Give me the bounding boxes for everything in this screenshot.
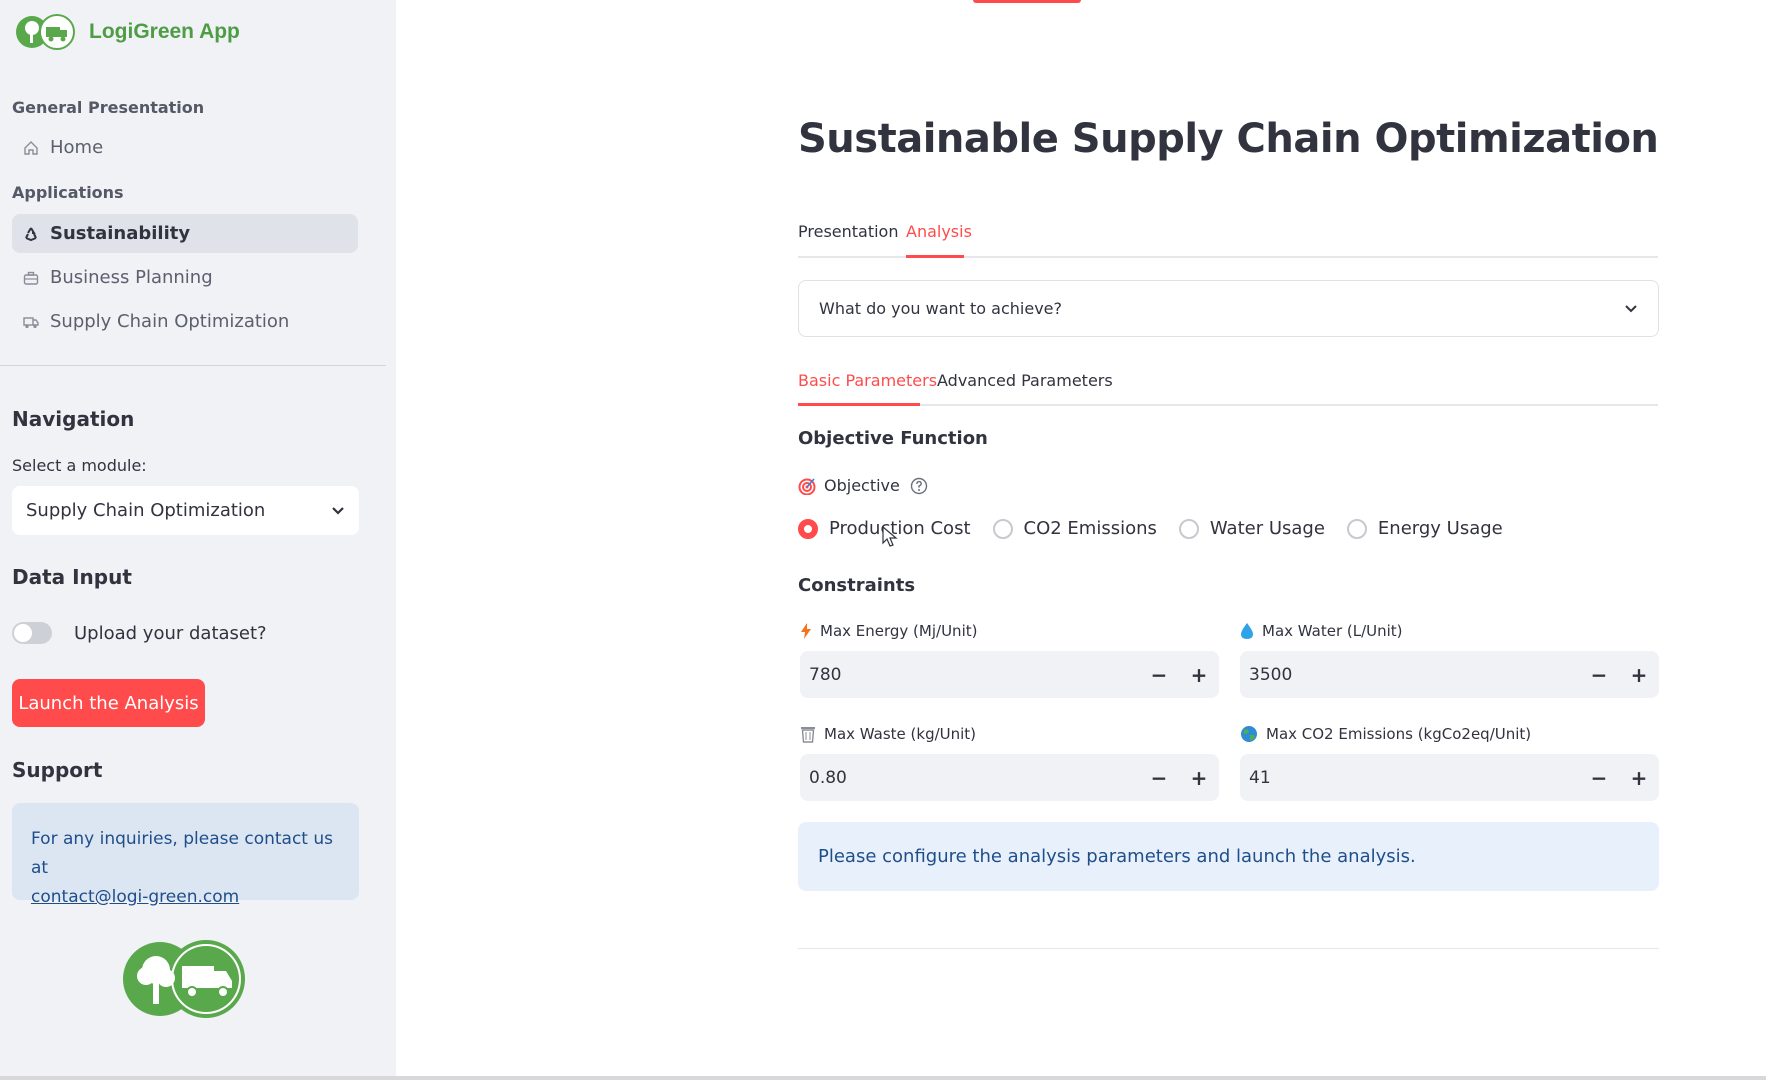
tab-advanced-parameters[interactable]: Advanced Parameters [937, 371, 1113, 390]
max-co2-label: Max CO2 Emissions (kgCo2eq/Unit) [1240, 725, 1531, 743]
data-input-title: Data Input [12, 565, 132, 589]
max-co2-input[interactable]: 41 − + [1240, 754, 1659, 801]
section-applications: Applications [12, 183, 124, 202]
info-message: Please configure the analysis parameters… [798, 822, 1659, 891]
decrement-button[interactable]: − [1139, 663, 1179, 687]
param-tabbar [798, 404, 1658, 406]
sidebar-item-label: Sustainability [50, 223, 191, 244]
tab-presentation[interactable]: Presentation [798, 222, 898, 241]
support-box: For any inquiries, please contact us at … [12, 803, 359, 907]
max-waste-input[interactable]: 0.80 − + [800, 754, 1219, 801]
radio-label: CO2 Emissions [1023, 518, 1157, 539]
sidebar-item-label: Business Planning [50, 267, 213, 288]
objective-label-text: Objective [824, 476, 900, 495]
radio-button[interactable] [992, 518, 1013, 539]
max-waste-label: Max Waste (kg/Unit) [800, 725, 976, 743]
field-label-text: Max Energy (Mj/Unit) [820, 622, 978, 640]
home-icon [24, 140, 38, 155]
info-message-text: Please configure the analysis parameters… [818, 846, 1416, 867]
support-title: Support [12, 758, 103, 782]
goal-expander[interactable]: What do you want to achieve? [798, 280, 1659, 337]
increment-button[interactable]: + [1179, 766, 1219, 790]
tab-basic-underline [798, 403, 920, 406]
objective-label: Objective [798, 476, 928, 495]
mouse-cursor-icon [882, 526, 898, 547]
decrement-button[interactable]: − [1579, 663, 1619, 687]
briefcase-icon [23, 271, 39, 285]
decrement-button[interactable]: − [1579, 766, 1619, 790]
content-divider [798, 948, 1659, 949]
max-energy-label: Max Energy (Mj/Unit) [800, 622, 977, 640]
truck-icon [23, 316, 39, 328]
sidebar-item-label: Home [50, 137, 104, 158]
radio-label: Production Cost [829, 518, 971, 539]
launch-analysis-button[interactable]: Launch the Analysis [12, 679, 205, 727]
field-label-text: Max Water (L/Unit) [1262, 622, 1403, 640]
module-select-value: Supply Chain Optimization [26, 500, 266, 521]
sidebar: LogiGreen App General Presentation Home … [0, 0, 396, 1076]
max-co2-value[interactable]: 41 [1240, 768, 1579, 788]
radio-label: Energy Usage [1377, 518, 1503, 539]
sidebar-divider [0, 365, 386, 366]
tab-basic-parameters[interactable]: Basic Parameters [798, 371, 937, 390]
upload-toggle-label: Upload your dataset? [74, 622, 267, 644]
radio-button[interactable] [798, 518, 818, 539]
max-water-label: Max Water (L/Unit) [1240, 622, 1403, 640]
sidebar-item-sustainability[interactable]: Sustainability [12, 214, 358, 253]
upload-toggle[interactable] [12, 622, 52, 644]
max-water-input[interactable]: 3500 − + [1240, 651, 1659, 698]
radio-button[interactable] [1178, 518, 1199, 539]
field-label-text: Max CO2 Emissions (kgCo2eq/Unit) [1266, 725, 1532, 743]
support-text: For any inquiries, please contact us at [31, 829, 334, 878]
select-module-label: Select a module: [12, 456, 147, 475]
radio-co2-emissions[interactable]: CO2 Emissions [992, 518, 1157, 539]
increment-button[interactable]: + [1179, 663, 1219, 687]
decrement-button[interactable]: − [1139, 766, 1179, 790]
max-energy-value[interactable]: 780 [800, 665, 1139, 685]
trash-icon [801, 727, 815, 743]
recycle-icon [25, 226, 37, 241]
chevron-down-icon [1625, 304, 1637, 312]
logigreen-large-logo-icon [123, 940, 245, 1018]
goal-expander-label: What do you want to achieve? [819, 299, 1063, 318]
toggle-knob [14, 624, 32, 642]
max-energy-input[interactable]: 780 − + [800, 651, 1219, 698]
sidebar-item-supply-chain[interactable]: Supply Chain Optimization [12, 302, 358, 341]
radio-button[interactable] [1346, 518, 1367, 539]
water-drop-icon [1241, 623, 1253, 639]
constraints-title: Constraints [798, 575, 916, 596]
radio-water-usage[interactable]: Water Usage [1178, 518, 1325, 539]
status-indicator [973, 0, 1081, 3]
sidebar-item-business-planning[interactable]: Business Planning [12, 258, 358, 297]
radio-label: Water Usage [1209, 518, 1325, 539]
upload-toggle-row[interactable]: Upload your dataset? [12, 622, 267, 644]
radio-energy-usage[interactable]: Energy Usage [1346, 518, 1503, 539]
logigreen-logo-icon [16, 14, 75, 50]
increment-button[interactable]: + [1619, 766, 1659, 790]
chevron-down-icon [332, 506, 344, 515]
sidebar-item-label: Supply Chain Optimization [50, 311, 290, 332]
support-email-link[interactable]: contact@logi-green.com [31, 887, 239, 907]
max-water-value[interactable]: 3500 [1240, 665, 1579, 685]
globe-icon [1241, 726, 1257, 742]
page-title: Sustainable Supply Chain Optimization [798, 116, 1659, 162]
window-bottom-edge [0, 1076, 1766, 1080]
target-icon [798, 477, 816, 495]
tab-analysis-underline [906, 255, 964, 258]
objective-function-title: Objective Function [798, 428, 988, 449]
help-icon[interactable] [910, 477, 928, 495]
section-general-presentation: General Presentation [12, 98, 205, 117]
app-name: LogiGreen App [89, 20, 240, 43]
max-waste-value[interactable]: 0.80 [800, 768, 1139, 788]
sidebar-item-home[interactable]: Home [12, 128, 358, 167]
objective-radio-group: Production Cost CO2 Emissions Water Usag… [798, 518, 1525, 539]
field-label-text: Max Waste (kg/Unit) [824, 725, 977, 743]
increment-button[interactable]: + [1619, 663, 1659, 687]
navigation-title: Navigation [12, 407, 135, 431]
brand[interactable]: LogiGreen App [16, 14, 240, 50]
module-select[interactable]: Supply Chain Optimization [12, 486, 359, 535]
lightning-icon [801, 623, 811, 639]
tab-analysis[interactable]: Analysis [906, 222, 972, 241]
